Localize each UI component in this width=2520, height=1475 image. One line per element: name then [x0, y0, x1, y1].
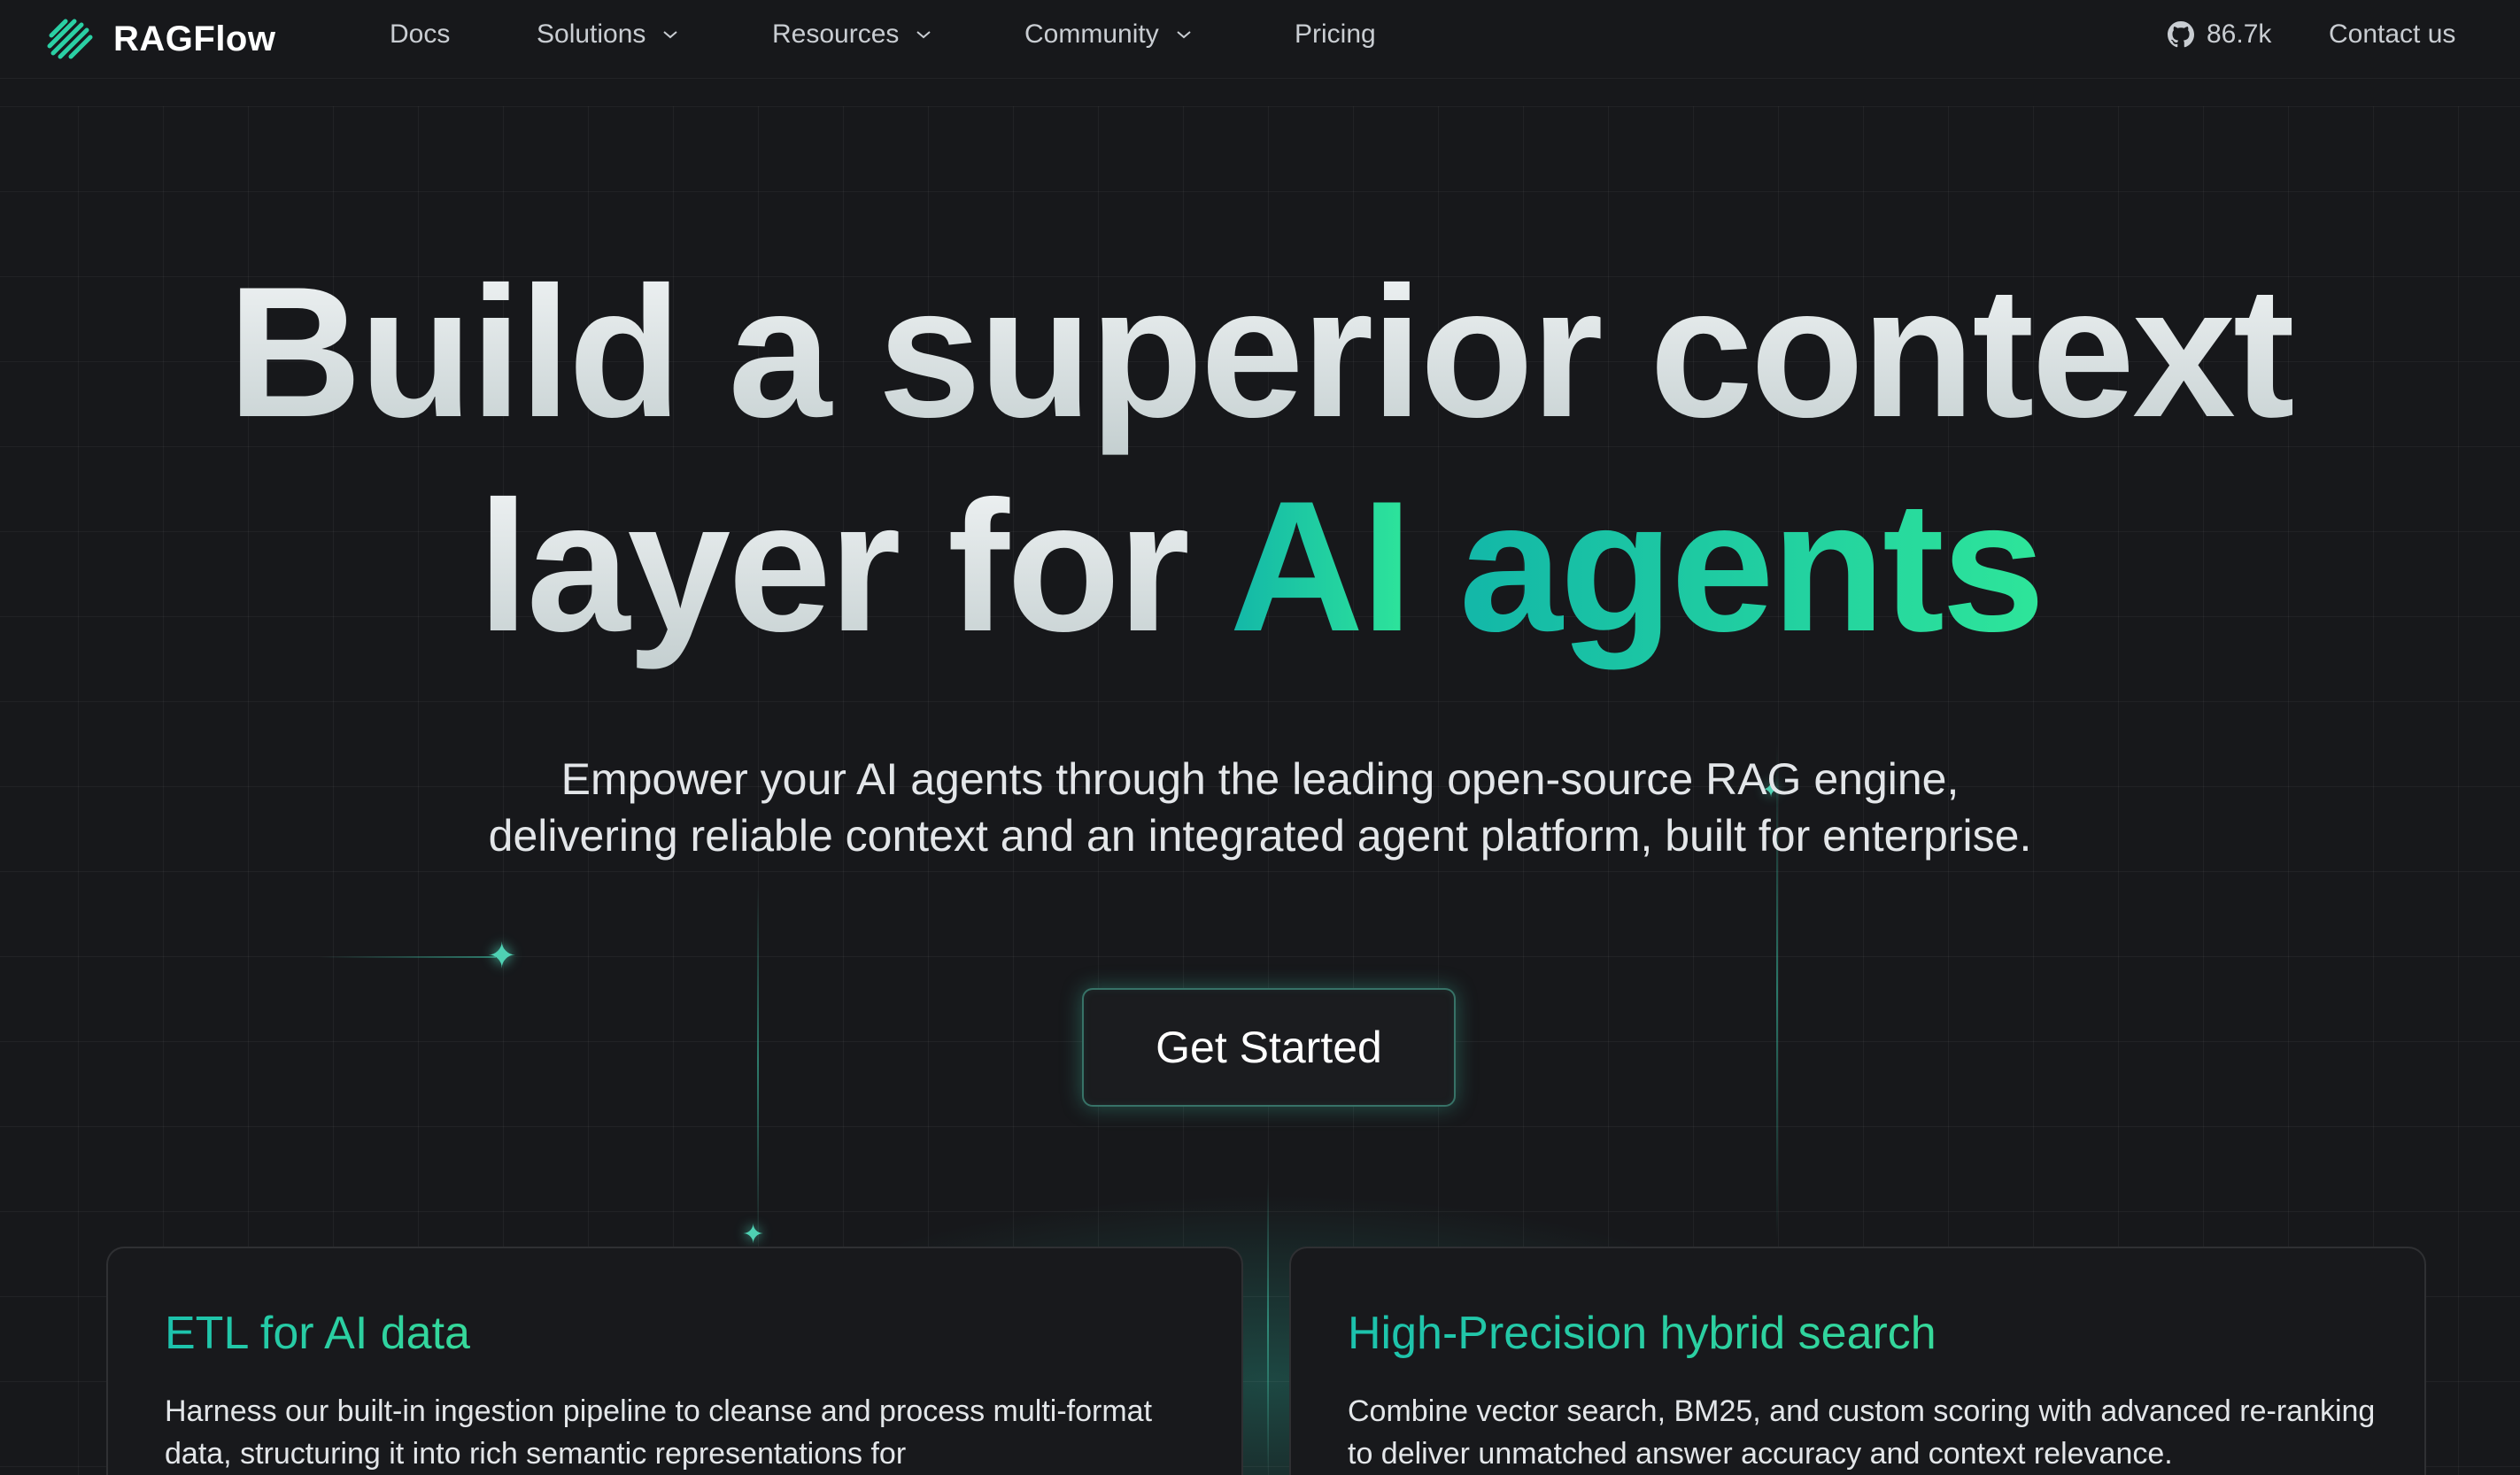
- hero-title-line1: Build a superior context: [0, 246, 2520, 459]
- sparkle-icon: ✦: [487, 936, 517, 977]
- hero-subtitle-line1: Empower your AI agents through the leadi…: [560, 754, 1960, 804]
- glow-hline-left: [319, 956, 496, 958]
- hero-title-line2: layer for AI agents: [0, 460, 2520, 673]
- nav-solutions-label: Solutions: [537, 19, 646, 49]
- get-started-button[interactable]: Get Started: [1082, 988, 1456, 1107]
- brand-name: RAGFlow: [113, 19, 276, 58]
- feature-card-hybrid-search: High-Precision hybrid search Combine vec…: [1289, 1247, 2426, 1475]
- nav-solutions[interactable]: Solutions: [537, 19, 679, 50]
- hero-subtitle: Empower your AI agents through the leadi…: [0, 751, 2520, 864]
- ragflow-logo-icon: [47, 19, 93, 59]
- feature-card-title: High-Precision hybrid search: [1348, 1308, 1936, 1359]
- nav-pricing[interactable]: Pricing: [1295, 19, 1376, 50]
- nav-community-label: Community: [1024, 19, 1159, 49]
- contact-us-link[interactable]: Contact us: [2329, 19, 2455, 50]
- chevron-down-icon: [663, 31, 678, 39]
- brand-link[interactable]: RAGFlow: [46, 16, 275, 62]
- sparkle-icon: ✦: [742, 1219, 765, 1250]
- hero-title-ai: AI: [1229, 462, 1413, 670]
- top-navbar: RAGFlow Docs Solutions Resources Communi…: [0, 0, 2520, 79]
- nav-resources-label: Resources: [772, 19, 900, 49]
- nav-community[interactable]: Community: [1024, 19, 1193, 50]
- nav-docs[interactable]: Docs: [390, 19, 450, 50]
- hero-title-line1-text: Build a superior context: [228, 248, 2295, 456]
- glow-line-left: [757, 885, 759, 1239]
- page: ✦ ✦ ✦ RAGFlow Docs Solutions Resources C…: [0, 0, 2520, 1475]
- nav-pricing-label: Pricing: [1295, 19, 1376, 49]
- glow-line-center: [1267, 1178, 1269, 1475]
- chevron-down-icon: [1177, 31, 1191, 39]
- nav-docs-label: Docs: [390, 19, 451, 49]
- github-stars-count: 86.7k: [2207, 19, 2272, 49]
- github-stars-link[interactable]: 86.7k: [2168, 19, 2271, 50]
- hero-title-agents: agents: [1458, 462, 2045, 670]
- nav-resources[interactable]: Resources: [772, 19, 932, 50]
- hero-subtitle-line2: delivering reliable context and an integ…: [488, 811, 2032, 861]
- feature-card-title: ETL for AI data: [165, 1308, 470, 1359]
- feature-card-text: Harness our built-in ingestion pipeline …: [165, 1394, 1153, 1471]
- hero-title-line2-plain: layer for: [477, 462, 1230, 670]
- feature-card-etl: ETL for AI data Harness our built-in ing…: [106, 1247, 1243, 1475]
- feature-card-text: Combine vector search, BM25, and custom …: [1348, 1394, 2376, 1471]
- chevron-down-icon: [916, 31, 931, 39]
- github-icon: [2168, 21, 2194, 48]
